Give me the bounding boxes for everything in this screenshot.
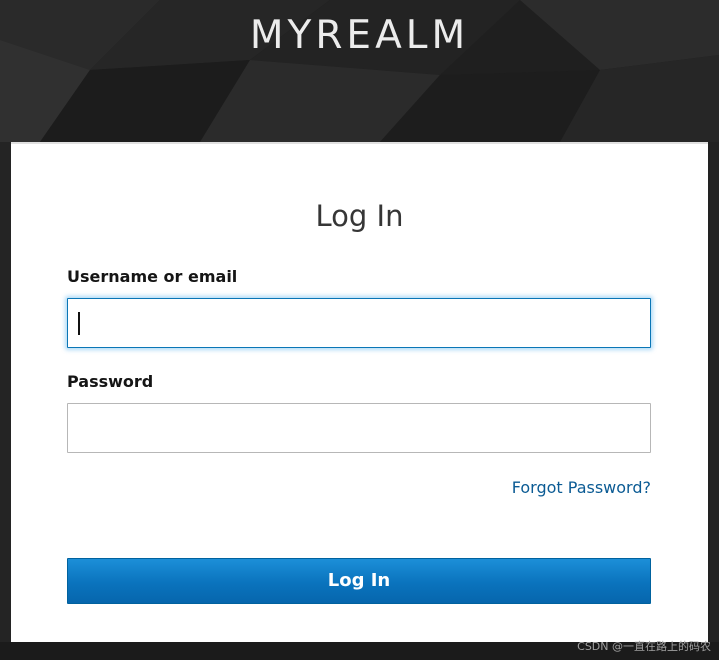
login-title: Log In [315,199,404,233]
watermark: CSDN @一直在路上的码农 [577,640,711,653]
password-label: Password [67,372,154,391]
forgot-password-link[interactable]: Forgot Password? [512,478,651,498]
login-button[interactable]: Log In [67,558,651,604]
username-label: Username or email [67,267,238,286]
realm-title: MYREALM [249,13,470,58]
login-card: Log In Username or email Password Forgot… [11,142,708,642]
password-input[interactable] [67,403,651,453]
username-input[interactable] [67,298,651,348]
text-caret [78,312,80,335]
